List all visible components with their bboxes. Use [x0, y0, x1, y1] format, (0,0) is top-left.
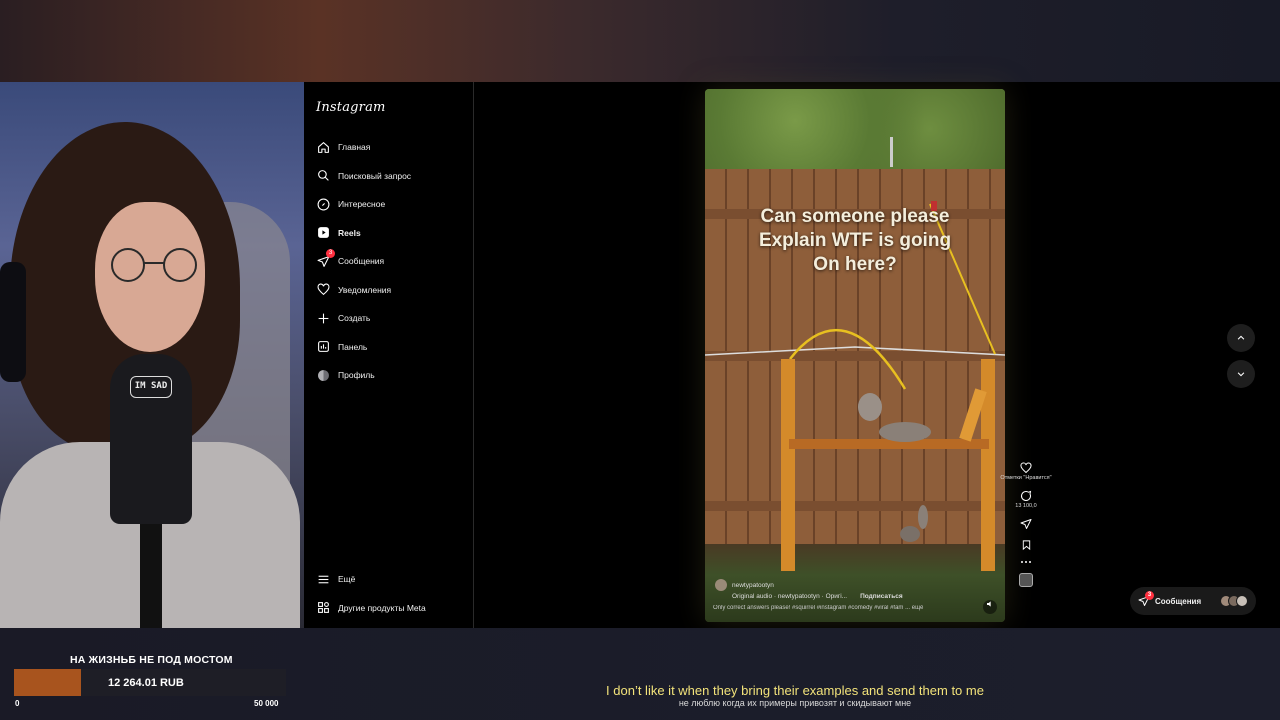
- search-icon: [316, 169, 330, 183]
- reel-caption: Can someone please Explain WTF is going …: [758, 206, 952, 275]
- nav-item-label: Ещё: [338, 574, 356, 585]
- previous-reel-button[interactable]: [1227, 324, 1255, 352]
- donation-goal-max: 50 000: [254, 699, 279, 708]
- nav-item-explore[interactable]: Интересное: [304, 190, 473, 219]
- glasses: [111, 248, 197, 282]
- instagram-logo[interactable]: Instagram: [304, 100, 473, 115]
- comment-icon: [1021, 490, 1032, 501]
- microphone: IM SAD: [110, 354, 192, 524]
- more-dots-icon: [1021, 561, 1031, 563]
- follow-button[interactable]: Подписаться: [860, 593, 903, 600]
- nav-item-label: Поисковый запрос: [338, 170, 412, 181]
- mute-button[interactable]: [983, 600, 997, 614]
- nav-item-label: Сообщения: [338, 256, 385, 267]
- nav-item-label: Создать: [338, 313, 371, 324]
- reel-author: newtypatootyn Original audio · newtypato…: [715, 579, 903, 602]
- like-label: Отметки "Нравится": [1000, 475, 1052, 481]
- messenger-icon: 3: [316, 249, 335, 268]
- nav-item-search[interactable]: Поисковый запрос: [304, 162, 473, 191]
- nav-item-meta-products[interactable]: Другие продукты Meta: [304, 594, 474, 623]
- messages-pill[interactable]: 3 Сообщения: [1130, 587, 1256, 615]
- bookmark-icon: [1022, 540, 1030, 551]
- donation-goal-title: НА ЖИЗНЬБ НЕ ПОД МОСТОМ: [70, 654, 233, 666]
- more-action[interactable]: [994, 560, 1058, 564]
- chevron-down-icon: [1237, 372, 1245, 377]
- subtitle-english: I don’t like it when they bring their ex…: [606, 683, 984, 698]
- donation-goal-amount: 12 264.01 RUB: [108, 677, 184, 689]
- speaker-icon: [987, 601, 991, 607]
- plus-icon: [316, 311, 330, 325]
- stream-backdrop-top: [0, 0, 1280, 82]
- heart-icon: [1020, 462, 1032, 474]
- donation-goal-min: 0: [15, 699, 20, 708]
- nav-item-label: Профиль: [338, 370, 375, 381]
- next-reel-button[interactable]: [1227, 360, 1255, 388]
- reel-audio[interactable]: Original audio · newtypatootyn · Оригі..…: [732, 593, 847, 600]
- messenger-icon: 3: [1138, 591, 1154, 607]
- save-action[interactable]: [994, 539, 1058, 551]
- reel-description[interactable]: Only correct answers please! #squirrel #…: [713, 605, 973, 611]
- share-action[interactable]: [994, 518, 1058, 530]
- heart-icon: [316, 283, 330, 297]
- nav-item-home[interactable]: Главная: [304, 133, 473, 162]
- menu-icon: [316, 572, 330, 586]
- nav-item-label: Уведомления: [338, 284, 392, 295]
- profile-avatar-icon: [316, 368, 330, 382]
- nav-item-notifications[interactable]: Уведомления: [304, 276, 473, 305]
- messages-pill-label: Сообщения: [1155, 596, 1202, 606]
- instagram-sidebar: Instagram Главная Поисковый запрос Интер…: [304, 82, 474, 628]
- messages-badge: 3: [326, 249, 335, 259]
- instagram-window: Instagram Главная Поисковый запрос Интер…: [304, 82, 1280, 628]
- reels-icon: [316, 226, 330, 240]
- nav-item-more[interactable]: Ещё: [304, 565, 474, 594]
- sidebar-bottom: Ещё Другие продукты Meta: [304, 565, 474, 622]
- audio-thumbnail-icon: [1019, 573, 1033, 587]
- home-icon: [316, 140, 330, 154]
- comment-action[interactable]: 13 100,0: [994, 490, 1058, 509]
- reel-video[interactable]: Can someone please Explain WTF is going …: [705, 89, 1005, 622]
- nav-item-reels[interactable]: Reels: [304, 219, 473, 248]
- headphone: [0, 262, 26, 382]
- mic-sticker: IM SAD: [130, 376, 172, 398]
- mic-arm: [140, 522, 162, 628]
- nav-item-dashboard[interactable]: Панель: [304, 333, 473, 362]
- chevron-up-icon: [1237, 335, 1245, 340]
- audio-thumbnail[interactable]: [994, 573, 1058, 587]
- nav-item-label: Reels: [338, 227, 361, 238]
- nav-item-label: Другие продукты Meta: [338, 602, 426, 613]
- nav-item-label: Интересное: [338, 199, 386, 210]
- avatar: [1236, 595, 1248, 607]
- compass-icon: [316, 197, 330, 211]
- nav-item-create[interactable]: Создать: [304, 304, 473, 333]
- nav-item-label: Панель: [338, 341, 368, 352]
- meta-products-icon: [316, 601, 330, 615]
- webcam-feed: IM SAD: [0, 82, 304, 628]
- nav-item-messages[interactable]: 3 Сообщения: [304, 247, 473, 276]
- share-icon: [1020, 519, 1032, 529]
- subtitle-russian: не люблю когда их примеры привозят и ски…: [678, 698, 912, 708]
- contact-avatars: [1220, 595, 1248, 607]
- nav-item-label: Главная: [338, 142, 371, 153]
- comments-count: 13 100,0: [1015, 503, 1037, 509]
- squirrel-feeder: [705, 137, 1005, 571]
- nav-item-profile[interactable]: Профиль: [304, 361, 473, 390]
- reel-actions: Отметки "Нравится" 13 100,0: [994, 462, 1058, 596]
- author-username[interactable]: newtypatootyn: [732, 582, 774, 589]
- messages-pill-badge: 3: [1145, 591, 1154, 600]
- like-action[interactable]: Отметки "Нравится": [994, 462, 1058, 481]
- author-avatar[interactable]: [715, 579, 727, 591]
- donation-goal-fill: [14, 669, 81, 696]
- dashboard-icon: [316, 340, 330, 354]
